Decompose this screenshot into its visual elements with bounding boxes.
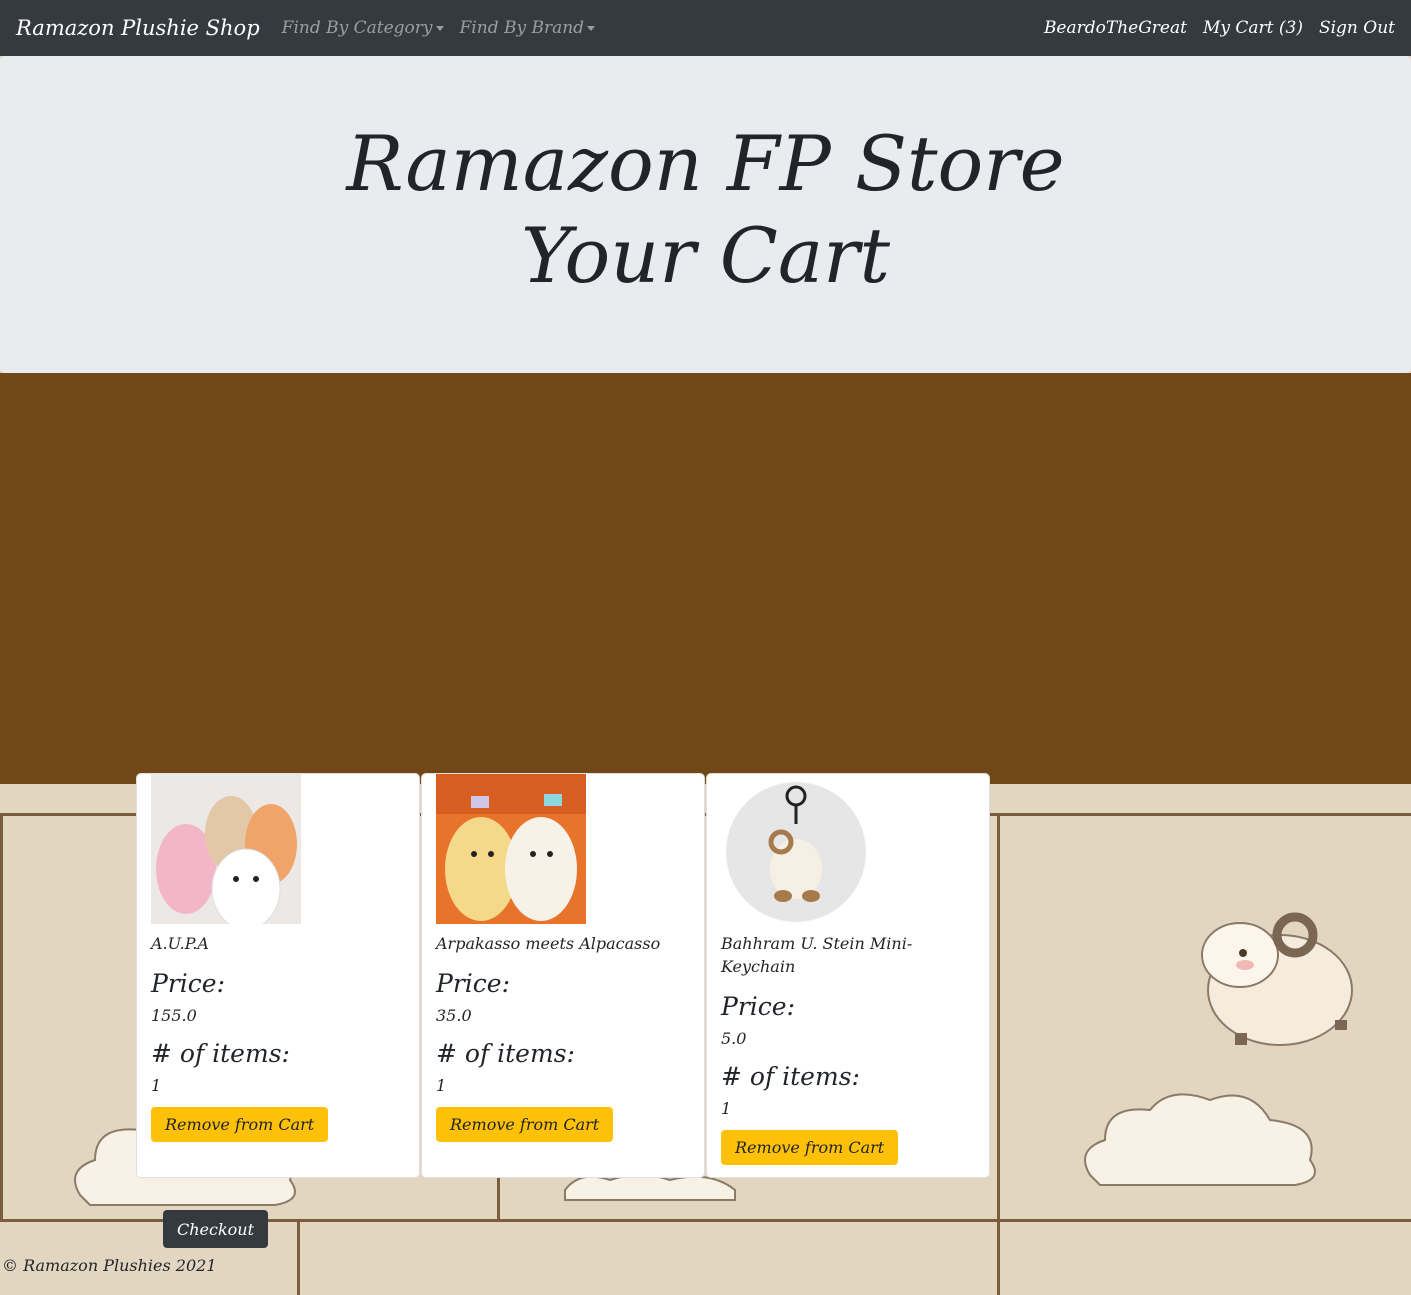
checkout-button[interactable]: Checkout [163,1210,268,1248]
price-value: 5.0 [721,1029,747,1048]
footer-copyright: © Ramazon Plushies 2021 [2,1256,217,1275]
brand-link[interactable]: Ramazon Plushie Shop [16,16,260,40]
cart-card: Arpakasso meets Alpacasso Price: 35.0 # … [421,773,705,1178]
price-heading: Price: [151,969,225,998]
items-count: 1 [151,1076,162,1095]
remove-from-cart-button[interactable]: Remove from Cart [721,1130,899,1165]
item-name: A.U.P.A [151,934,209,953]
remove-from-cart-button[interactable]: Remove from Cart [151,1107,329,1142]
brand-dropdown[interactable]: Find By Brand [460,18,596,38]
items-count: 1 [721,1099,732,1118]
category-label: Find By Category [281,18,433,38]
top-navbar: Ramazon Plushie Shop Find By Category Fi… [0,0,1411,56]
cart-card: Bahhram U. Stein Mini-Keychain Price: 5.… [706,773,990,1178]
cart-card: A.U.P.A Price: 155.0 # of items: 1 Remov… [136,773,420,1178]
store-title: Ramazon FP Store [346,119,1065,208]
price-value: 155.0 [151,1006,197,1025]
cart-link[interactable]: My Cart (3) [1203,18,1303,38]
price-value: 35.0 [436,1006,472,1025]
alpaca-pair-image [436,774,586,924]
brown-band [0,373,1411,784]
signout-link[interactable]: Sign Out [1319,18,1395,38]
brand-menu-label: Find By Brand [459,18,585,38]
cart-title: Your Cart [520,211,891,300]
alpaca-group-image [151,774,301,930]
price-heading: Price: [436,969,510,998]
items-heading: # of items: [721,1062,860,1091]
items-heading: # of items: [151,1039,290,1068]
sheep-decoration [1201,912,1353,1046]
jumbotron: Ramazon FP Store Your Cart [0,56,1411,373]
price-heading: Price: [721,992,795,1021]
sheep-keychain-image [721,774,871,924]
items-count: 1 [436,1076,447,1095]
caret-down-icon [587,25,596,31]
remove-from-cart-button[interactable]: Remove from Cart [436,1107,614,1142]
item-name: Arpakasso meets Alpacasso [436,934,661,953]
nav-right: BeardoTheGreat My Cart (3) Sign Out [1028,18,1395,38]
item-name: Bahhram U. Stein Mini-Keychain [721,934,913,976]
category-dropdown[interactable]: Find By Category [282,18,444,38]
user-link[interactable]: BeardoTheGreat [1044,18,1187,38]
items-heading: # of items: [436,1039,575,1068]
caret-down-icon [435,25,444,31]
cloud-right-decoration [1084,1093,1316,1186]
